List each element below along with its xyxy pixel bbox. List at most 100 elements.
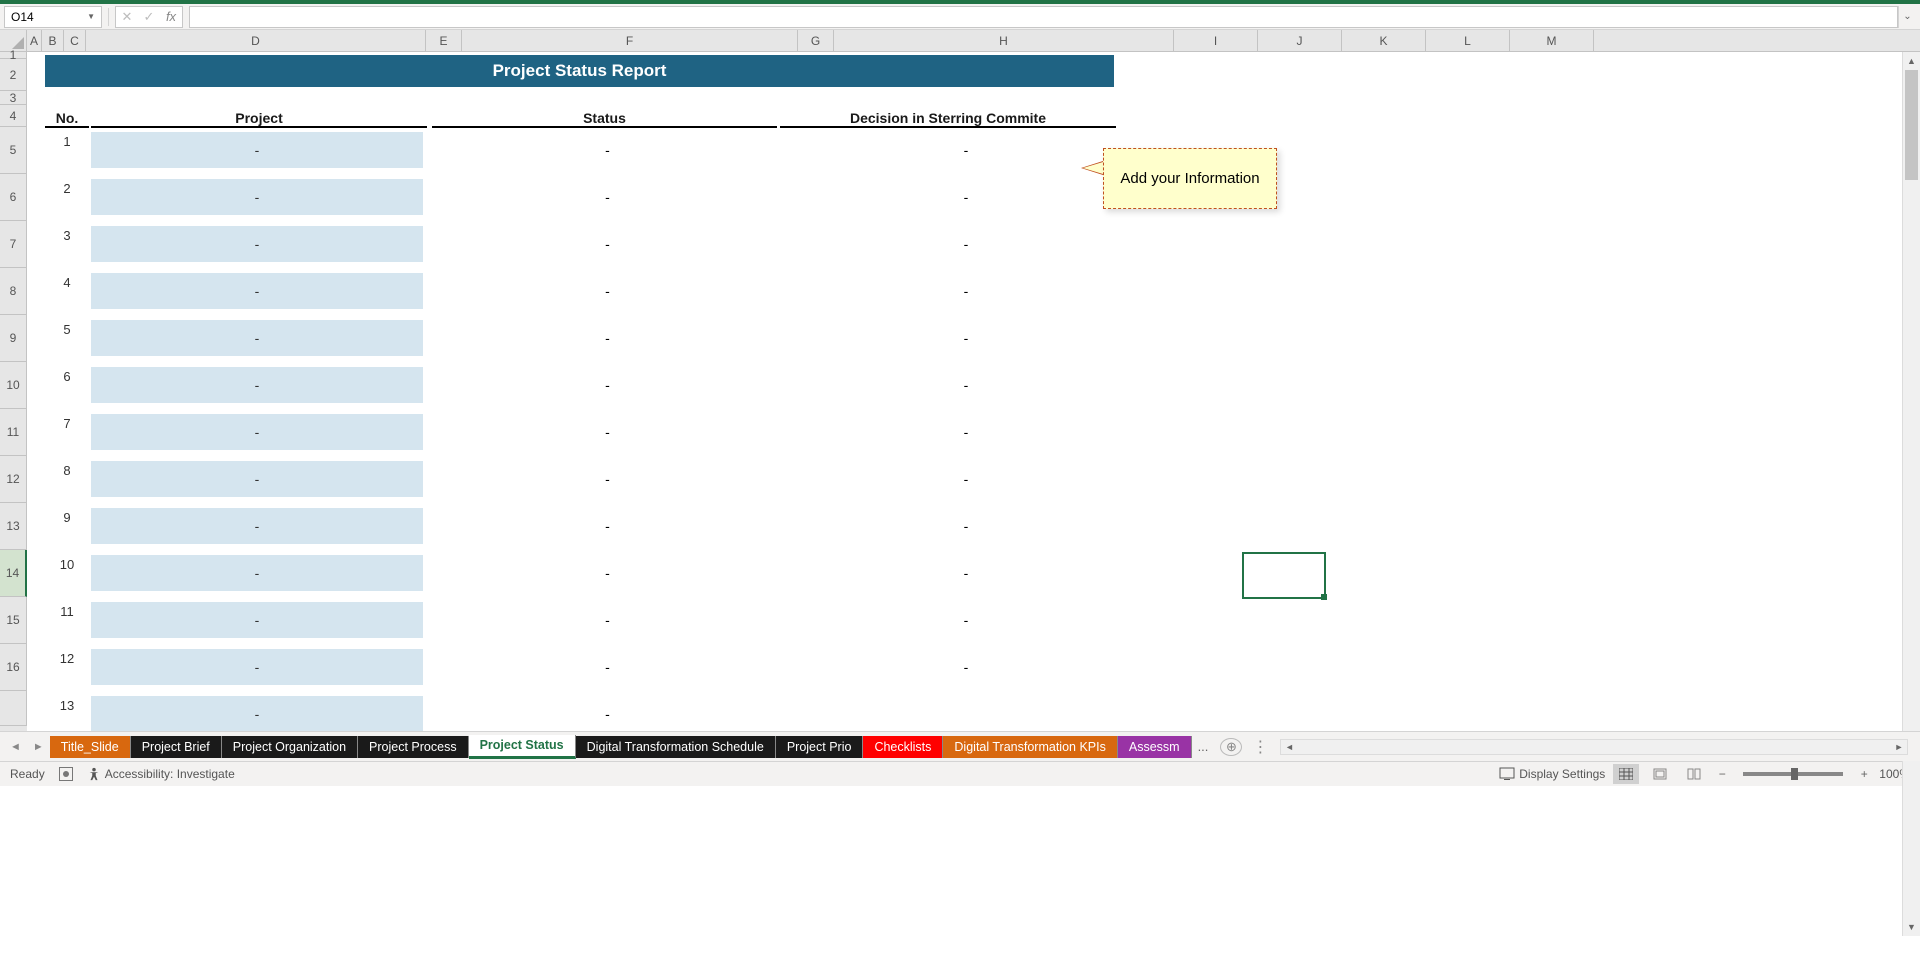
- sheet-tab-title-slide[interactable]: Title_Slide: [50, 736, 131, 758]
- cell-project[interactable]: -: [91, 602, 423, 638]
- cell-status[interactable]: -: [450, 226, 765, 262]
- hscroll-right-icon[interactable]: ►: [1891, 742, 1907, 752]
- display-settings-button[interactable]: Display Settings: [1499, 767, 1605, 781]
- cancel-formula-icon[interactable]: ✕: [116, 9, 138, 25]
- row-header-16[interactable]: 16: [0, 644, 27, 691]
- vertical-scrollbar[interactable]: ▲ ▼: [1902, 52, 1920, 936]
- row-header-11[interactable]: 11: [0, 409, 27, 456]
- column-header-L[interactable]: L: [1426, 30, 1510, 51]
- cell-status[interactable]: -: [450, 414, 765, 450]
- column-header-D[interactable]: D: [86, 30, 426, 51]
- cell-status[interactable]: -: [450, 132, 765, 168]
- zoom-out-button[interactable]: −: [1715, 767, 1729, 781]
- cell-decision[interactable]: -: [798, 414, 1134, 450]
- cell-decision[interactable]: -: [798, 602, 1134, 638]
- tabs-more[interactable]: ...: [1192, 739, 1215, 754]
- cell-decision[interactable]: -: [798, 273, 1134, 309]
- worksheet[interactable]: Project Status Report No. Project Status…: [27, 52, 1920, 731]
- cell-no[interactable]: 10: [45, 555, 89, 591]
- cell-status[interactable]: -: [450, 367, 765, 403]
- cell-status[interactable]: -: [450, 320, 765, 356]
- cell-no[interactable]: 9: [45, 508, 89, 544]
- formula-expand-icon[interactable]: ⌄: [1898, 6, 1916, 28]
- row-header-7[interactable]: 7: [0, 221, 27, 268]
- sheet-tab-project-status[interactable]: Project Status: [469, 735, 576, 759]
- cell-status[interactable]: -: [450, 555, 765, 591]
- sheet-tab-project-organization[interactable]: Project Organization: [222, 736, 358, 758]
- cell-decision[interactable]: -: [798, 508, 1134, 544]
- column-header-C[interactable]: C: [64, 30, 86, 51]
- cell-decision[interactable]: -: [798, 367, 1134, 403]
- enter-formula-icon[interactable]: ✓: [138, 9, 160, 25]
- column-header-A[interactable]: A: [27, 30, 42, 51]
- callout-add-info[interactable]: Add your Information: [1103, 148, 1277, 209]
- cell-no[interactable]: 11: [45, 602, 89, 638]
- cell-project[interactable]: -: [91, 649, 423, 685]
- cell-no[interactable]: 7: [45, 414, 89, 450]
- cell-project[interactable]: -: [91, 273, 423, 309]
- row-header-5[interactable]: 5: [0, 127, 27, 174]
- cell-no[interactable]: 6: [45, 367, 89, 403]
- cell-status[interactable]: -: [450, 649, 765, 685]
- cell-status[interactable]: -: [450, 273, 765, 309]
- macro-record-icon[interactable]: [59, 767, 73, 781]
- cell-decision[interactable]: -: [798, 320, 1134, 356]
- cell-status[interactable]: -: [450, 179, 765, 215]
- cell-no[interactable]: 2: [45, 179, 89, 215]
- cell-status[interactable]: -: [450, 602, 765, 638]
- cell-project[interactable]: -: [91, 179, 423, 215]
- cell-project[interactable]: -: [91, 555, 423, 591]
- cell-status[interactable]: -: [450, 461, 765, 497]
- cell-status[interactable]: -: [450, 696, 765, 731]
- cell-decision[interactable]: -: [798, 179, 1134, 215]
- hscroll-left-icon[interactable]: ◄: [1281, 742, 1297, 752]
- column-header-E[interactable]: E: [426, 30, 462, 51]
- hscroll-track[interactable]: [1297, 740, 1891, 754]
- cell-decision[interactable]: -: [798, 555, 1134, 591]
- row-header-3[interactable]: 3: [0, 91, 27, 105]
- cell-no[interactable]: 5: [45, 320, 89, 356]
- name-box[interactable]: O14 ▼: [4, 6, 102, 28]
- cell-project[interactable]: -: [91, 414, 423, 450]
- zoom-slider-knob[interactable]: [1791, 768, 1798, 780]
- formula-input[interactable]: [189, 6, 1898, 28]
- row-header-6[interactable]: 6: [0, 174, 27, 221]
- column-header-H[interactable]: H: [834, 30, 1174, 51]
- row-header-10[interactable]: 10: [0, 362, 27, 409]
- row-header-2[interactable]: 2: [0, 59, 27, 91]
- row-header-14[interactable]: 14: [0, 550, 27, 597]
- name-box-dropdown-icon[interactable]: ▼: [87, 12, 95, 21]
- column-header-I[interactable]: I: [1174, 30, 1258, 51]
- column-header-K[interactable]: K: [1342, 30, 1426, 51]
- cell-project[interactable]: -: [91, 320, 423, 356]
- cell-no[interactable]: 1: [45, 132, 89, 168]
- cell-project[interactable]: -: [91, 461, 423, 497]
- sheet-tab-checklists[interactable]: Checklists: [863, 736, 943, 758]
- row-header-8[interactable]: 8: [0, 268, 27, 315]
- cell-no[interactable]: 3: [45, 226, 89, 262]
- row-header-15[interactable]: 15: [0, 597, 27, 644]
- cell-no[interactable]: 13: [45, 696, 89, 731]
- cell-status[interactable]: -: [450, 508, 765, 544]
- sheet-tab-digital-transformation-schedule[interactable]: Digital Transformation Schedule: [576, 736, 776, 758]
- scroll-up-icon[interactable]: ▲: [1903, 52, 1920, 70]
- cell-decision[interactable]: -: [798, 461, 1134, 497]
- scroll-thumb[interactable]: [1905, 70, 1918, 180]
- column-header-B[interactable]: B: [42, 30, 64, 51]
- column-header-M[interactable]: M: [1510, 30, 1594, 51]
- cell-project[interactable]: -: [91, 367, 423, 403]
- row-header-[interactable]: [0, 691, 27, 726]
- insert-function-icon[interactable]: fx: [160, 9, 182, 24]
- sheet-tab-project-brief[interactable]: Project Brief: [131, 736, 222, 758]
- column-header-F[interactable]: F: [462, 30, 798, 51]
- zoom-in-button[interactable]: +: [1857, 767, 1871, 781]
- sheet-tab-project-process[interactable]: Project Process: [358, 736, 469, 758]
- cell-project[interactable]: -: [91, 508, 423, 544]
- scroll-down-icon[interactable]: ▼: [1903, 918, 1920, 936]
- cell-no[interactable]: 8: [45, 461, 89, 497]
- sheet-tab-assessm[interactable]: Assessm: [1118, 736, 1192, 758]
- accessibility-status[interactable]: Accessibility: Investigate: [87, 767, 235, 781]
- sheet-tab-digital-transformation-kpis[interactable]: Digital Transformation KPIs: [943, 736, 1117, 758]
- cell-no[interactable]: 12: [45, 649, 89, 685]
- cell-project[interactable]: -: [91, 132, 423, 168]
